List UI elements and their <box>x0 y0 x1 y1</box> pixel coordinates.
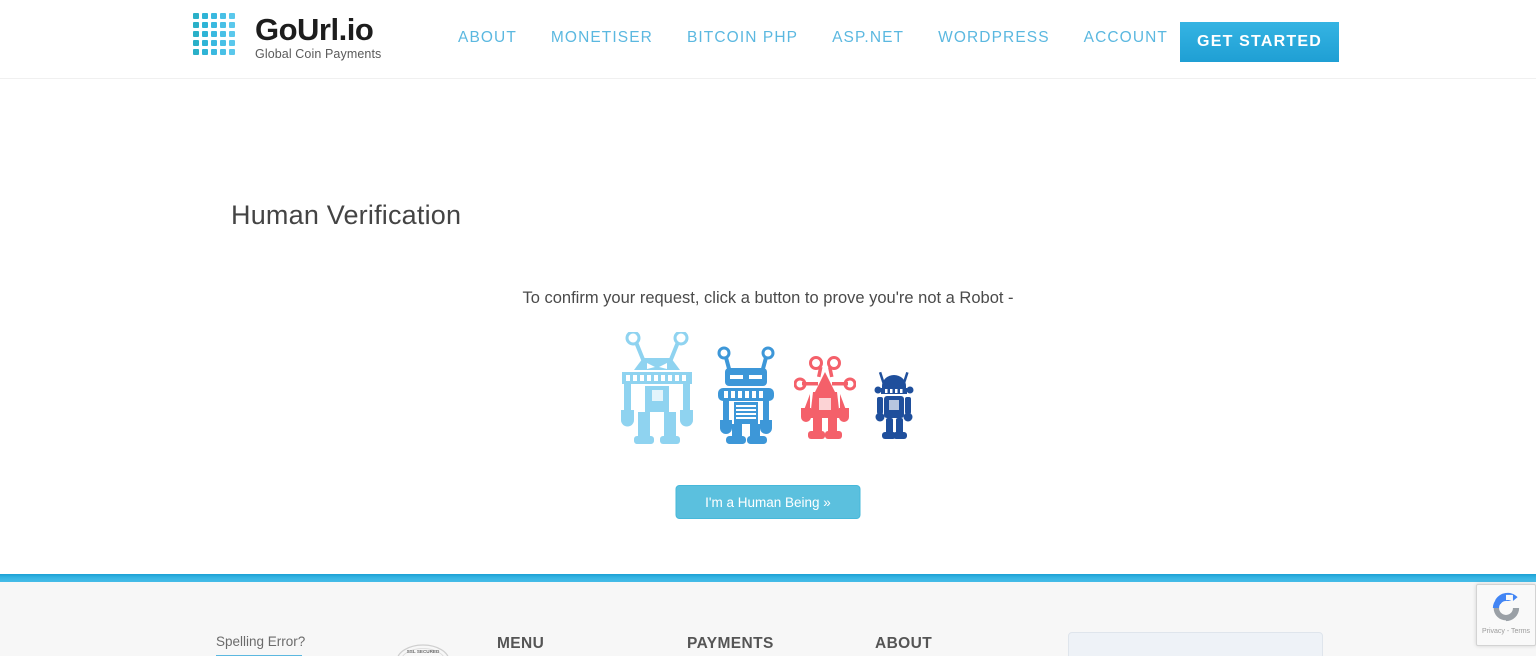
nav-item-about[interactable]: ABOUT <box>458 29 534 47</box>
logo-dot <box>211 13 217 19</box>
logo-dot <box>220 22 226 28</box>
logo-dot <box>229 40 235 46</box>
robot-illustration-2[interactable] <box>710 344 782 444</box>
robot-illustration-row <box>0 329 1536 444</box>
footer-heading-payments: PAYMENTS <box>687 635 774 652</box>
logo-dot <box>193 31 199 37</box>
logo-dot <box>202 31 208 37</box>
logo-dot <box>229 31 235 37</box>
logo-text-block: GoUrl.io Global Coin Payments <box>255 14 381 61</box>
logo-dot <box>211 31 217 37</box>
recaptcha-badge[interactable]: Privacy - Terms <box>1476 584 1536 646</box>
nav-item-asp-net[interactable]: ASP.NET <box>815 29 921 47</box>
svg-text:SSL SECURED: SSL SECURED <box>407 649 440 654</box>
logo-dot <box>229 49 235 55</box>
dot-grid-logo-icon <box>193 13 241 61</box>
site-footer: Spelling Error? MENU PAYMENTS ABOUT <box>0 582 1536 656</box>
get-started-button[interactable]: GET STARTED <box>1180 22 1339 62</box>
robot-illustration-3[interactable] <box>794 354 856 444</box>
logo-dot <box>202 49 208 55</box>
logo-dot <box>211 22 217 28</box>
logo-dot <box>220 49 226 55</box>
robot-illustration-1[interactable] <box>616 332 698 444</box>
spelling-error-link[interactable]: Spelling Error? <box>216 634 305 649</box>
logo-dot <box>229 13 235 19</box>
nav-item-bitcoin-php[interactable]: BITCOIN PHP <box>670 29 815 47</box>
page-root: GoUrl.io Global Coin Payments ABOUT MONE… <box>0 0 1536 656</box>
logo-dot <box>211 40 217 46</box>
im-a-human-being-button[interactable]: I'm a Human Being » <box>675 485 861 519</box>
logo-title: GoUrl.io <box>255 11 374 47</box>
nav-item-account[interactable]: ACCOUNT <box>1067 29 1185 47</box>
site-header: GoUrl.io Global Coin Payments ABOUT MONE… <box>0 0 1536 79</box>
logo-dot <box>211 49 217 55</box>
logo-dot <box>193 13 199 19</box>
logo-dot <box>220 13 226 19</box>
logo-dot <box>193 49 199 55</box>
nav-item-monetiser[interactable]: MONETISER <box>534 29 670 47</box>
footer-divider <box>0 574 1536 582</box>
logo-dot <box>229 22 235 28</box>
logo-dot <box>202 22 208 28</box>
footer-heading-menu: MENU <box>497 635 545 652</box>
logo-dot <box>202 13 208 19</box>
logo-dot <box>220 31 226 37</box>
page-title: Human Verification <box>231 200 462 230</box>
main-navigation: ABOUT MONETISER BITCOIN PHP ASP.NET WORD… <box>458 29 1185 47</box>
logo-dot <box>193 22 199 28</box>
recaptcha-icon <box>1492 592 1520 622</box>
verification-prompt: To confirm your request, click a button … <box>522 289 1014 307</box>
subscribe-input[interactable] <box>1068 632 1323 656</box>
ssl-secured-seal-icon: SSL SECURED <box>392 638 454 656</box>
main-content: Human Verification To confirm your reque… <box>0 79 1536 574</box>
recaptcha-privacy-terms-label[interactable]: Privacy - Terms <box>1482 628 1530 635</box>
logo-dot <box>193 40 199 46</box>
robot-illustration-4[interactable] <box>868 368 920 444</box>
logo-dot <box>202 40 208 46</box>
site-logo[interactable]: GoUrl.io Global Coin Payments <box>193 13 381 61</box>
logo-subtitle: Global Coin Payments <box>255 46 382 61</box>
footer-heading-about: ABOUT <box>875 635 933 652</box>
nav-item-wordpress[interactable]: WORDPRESS <box>921 29 1067 47</box>
logo-dot <box>220 40 226 46</box>
